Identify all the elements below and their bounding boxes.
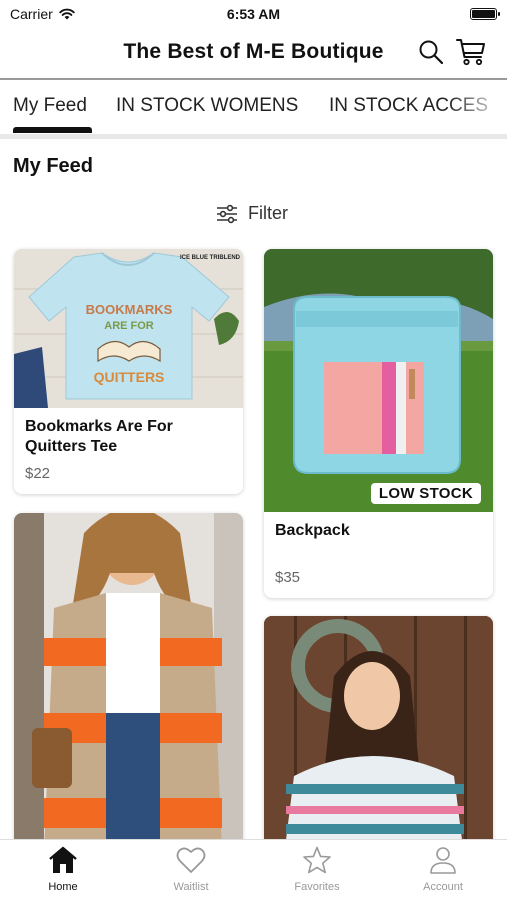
bottom-tab-bar: Home Waitlist Favorites Account <box>0 839 507 900</box>
tshirt-line-1: BOOKMARKS <box>86 302 173 317</box>
product-price: $22 <box>25 465 51 482</box>
tshirt-line-3: QUITTERS <box>94 369 165 385</box>
product-card-cardigan[interactable] <box>14 513 243 853</box>
app-header: The Best of M-E Boutique <box>0 28 507 78</box>
sweater-photo <box>264 616 493 856</box>
product-card-tee[interactable]: BOOKMARKS ARE FOR QUITTERS ICE BLUE TRIB… <box>14 249 243 494</box>
tabbar-waitlist-label: Waitlist <box>173 881 209 893</box>
tabbar-home-label: Home <box>48 881 78 893</box>
cart-button[interactable] <box>456 37 486 67</box>
tshirt-line-2: ARE FOR <box>104 320 154 332</box>
battery-icon <box>470 8 500 20</box>
product-image-tee: BOOKMARKS ARE FOR QUITTERS ICE BLUE TRIB… <box>14 249 243 408</box>
product-card-backpack[interactable]: LOW STOCK Backpack $35 <box>264 249 493 598</box>
search-button[interactable] <box>416 37 446 67</box>
tabbar-favorites[interactable]: Favorites <box>272 846 362 893</box>
product-image-cardigan <box>14 513 243 853</box>
tabbar-favorites-label: Favorites <box>294 881 340 893</box>
product-image-backpack: LOW STOCK <box>264 249 493 512</box>
feed-title: My Feed <box>13 155 94 177</box>
product-name: Bookmarks Are For Quitters Tee <box>25 418 173 455</box>
product-name: Backpack <box>275 522 350 539</box>
image-caption-triblend: ICE BLUE TRIBLEND <box>180 255 241 261</box>
filter-icon <box>217 204 237 223</box>
tshirt-illustration: BOOKMARKS ARE FOR QUITTERS ICE BLUE TRIB… <box>14 249 243 408</box>
status-bar: Carrier 6:53 AM <box>0 0 507 28</box>
tabbar-account-label: Account <box>423 881 463 893</box>
product-image-sweater <box>264 616 493 856</box>
cart-icon <box>456 39 485 66</box>
category-tabs: My Feed IN STOCK WOMENS IN STOCK ACCES <box>0 80 507 134</box>
star-icon <box>303 846 331 874</box>
backpack-illustration <box>264 249 493 512</box>
low-stock-badge: LOW STOCK <box>370 483 481 504</box>
tabbar-home[interactable]: Home <box>18 846 108 893</box>
filter-button[interactable]: Filter <box>216 203 288 224</box>
home-icon <box>49 846 77 873</box>
heart-icon <box>176 847 206 873</box>
tab-selected-indicator <box>13 127 92 133</box>
tabbar-account[interactable]: Account <box>398 846 488 893</box>
product-card-sweater[interactable] <box>264 616 493 856</box>
tabbar-waitlist[interactable]: Waitlist <box>146 846 236 893</box>
tabs-divider <box>0 134 507 139</box>
cardigan-photo <box>14 513 243 853</box>
filter-label: Filter <box>248 203 288 223</box>
search-icon <box>419 40 444 65</box>
person-icon <box>430 847 456 874</box>
product-price: $35 <box>275 569 301 586</box>
tabs-fade <box>447 80 507 134</box>
tab-in-stock-womens[interactable]: IN STOCK WOMENS <box>116 95 298 117</box>
clock: 6:53 AM <box>226 6 281 22</box>
tab-my-feed[interactable]: My Feed <box>13 95 87 117</box>
